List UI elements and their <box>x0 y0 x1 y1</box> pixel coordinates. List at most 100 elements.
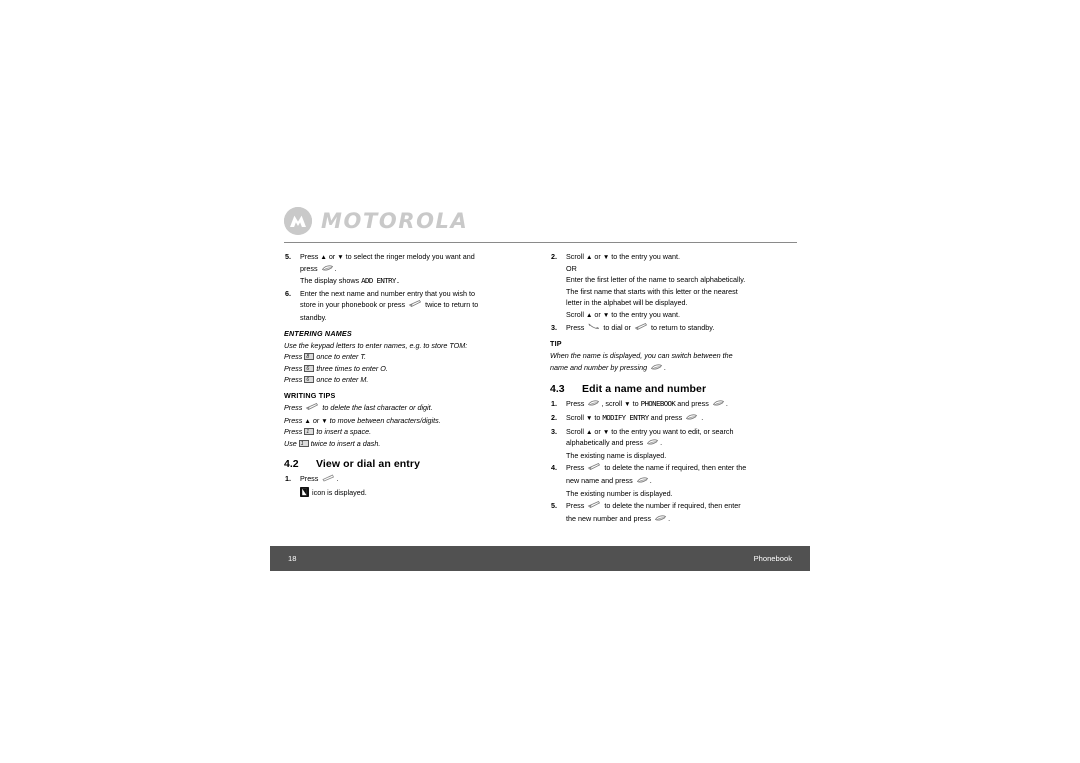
scroll-down-icon: ▼ <box>602 428 610 436</box>
menu-select-key-icon <box>654 514 667 526</box>
press-label: Press <box>284 352 303 362</box>
section-number: 4.3 <box>550 383 565 396</box>
instruction-text: to delete the last character or digit. <box>322 402 433 412</box>
scroll-down-icon: ▼ <box>624 401 631 409</box>
back-delete-key-icon <box>587 500 601 513</box>
instruction-text: to insert a space. <box>316 427 372 437</box>
list-item: 1. Press . <box>284 473 524 486</box>
display-readout: ADD ENTRY. <box>361 276 400 286</box>
step-text-part: Scroll <box>566 426 584 436</box>
step-number: 2. <box>551 412 557 422</box>
step-number: 1. <box>551 399 557 409</box>
display-readout: PHONEBOOK <box>640 399 676 409</box>
motorola-wordmark: MOTOROLA <box>321 208 469 233</box>
step-text-part: Scroll <box>566 252 584 261</box>
instruction-text: name and number by pressing <box>550 362 648 372</box>
step-text: Scroll ▲ or ▼ to the entry you want. OR … <box>566 251 790 321</box>
step-number: 2. <box>551 252 557 261</box>
menu-select-key-icon <box>685 413 698 425</box>
section-title: Edit a name and number <box>582 383 707 396</box>
conjunction: or <box>312 415 320 425</box>
step-text-part: to the entry you want to edit, or search <box>611 426 734 436</box>
step-text: Press ▲ or ▼ to select the ringer melody… <box>300 251 524 287</box>
step-number: 3. <box>551 426 557 436</box>
menu-select-key-icon <box>321 264 334 276</box>
keypad-key-1-icon: 1 <box>298 439 309 447</box>
press-label: Press <box>284 375 303 385</box>
entering-names-line: Press 8 once to enter T. <box>284 351 524 363</box>
right-column: 2. Scroll ▲ or ▼ to the entry you want. … <box>550 251 790 526</box>
step-text-part: Press <box>300 252 319 261</box>
step-text: Scroll ▲ or ▼ to the entry you want to e… <box>566 426 790 462</box>
writing-tips-line: Press 1 to insert a space. <box>284 426 524 438</box>
keypad-key-6-icon: 6 <box>304 376 315 384</box>
scroll-up-icon: ▲ <box>585 254 593 261</box>
step-subtext: The display shows ADD ENTRY. <box>300 275 524 287</box>
instruction-text: once to enter T. <box>316 352 367 362</box>
step-text-part: letter in the alphabet will be displayed… <box>566 298 688 308</box>
instruction-text: once to enter M. <box>316 375 369 385</box>
step-text-part: . <box>668 513 671 523</box>
list-item: 5. Press to delete the number if require… <box>550 500 790 525</box>
page-number: 18 <box>288 554 297 563</box>
step-subtext-part: The display shows <box>300 276 360 286</box>
tip-heading: TIP <box>550 339 562 349</box>
step-number: 5. <box>551 501 557 511</box>
step-text-part: to select the ringer melody you want and <box>345 252 475 261</box>
left-column: 5. Press ▲ or ▼ to select the ringer mel… <box>284 251 524 526</box>
scroll-up-icon: ▲ <box>320 254 327 261</box>
step-number: 6. <box>285 288 291 298</box>
instruction-text: three times to enter O. <box>316 363 388 373</box>
step-text-part: to delete the number if required, then e… <box>604 501 741 511</box>
phonebook-icon-note: icon is displayed. <box>300 486 524 499</box>
section-heading-4-3: 4.3 Edit a name and number <box>550 383 790 395</box>
step-text-part: Scroll <box>566 309 584 319</box>
step-text-part: to the entry you want. <box>611 252 680 261</box>
back-delete-key-icon <box>634 322 648 335</box>
step-number: 3. <box>551 322 557 332</box>
list-item: 3. Press to dial or to return to standby… <box>550 322 790 335</box>
section-number: 4.2 <box>284 458 299 471</box>
step-subtext: The existing name is displayed. <box>566 450 667 460</box>
step-number: 1. <box>285 474 291 484</box>
step-text: Press , scroll ▼ to PHONEBOOK and press <box>566 398 790 411</box>
menu-select-key-icon <box>712 399 725 411</box>
page-footer: 18 Phonebook <box>270 546 810 571</box>
step-text-part: to delete the name if required, then ent… <box>604 463 747 473</box>
conjunction: or <box>594 252 601 261</box>
back-delete-key-icon <box>587 462 601 475</box>
step-text-part: new name and press <box>566 475 633 485</box>
scroll-up-icon: ▲ <box>585 428 593 436</box>
call-key-icon <box>587 322 600 335</box>
step-subtext: The existing number is displayed. <box>566 488 673 498</box>
step-text: Enter the next name and number entry tha… <box>300 288 524 324</box>
step-text-part: store in your phonebook or press <box>300 300 406 310</box>
manual-page: MOTOROLA 5. Press ▲ or ▼ to select the r… <box>270 200 810 526</box>
press-label: Press <box>284 415 303 425</box>
step-text-part: Press <box>566 399 585 409</box>
step-text-part: Enter the first letter of the name to se… <box>566 275 746 285</box>
writing-tips-heading: WRITING TIPS <box>284 390 336 400</box>
step-text-part: Enter the next name and number entry tha… <box>300 288 475 298</box>
section-title: View or dial an entry <box>316 458 421 471</box>
brand-header: MOTOROLA <box>270 200 810 242</box>
step-text-part: Press <box>566 501 585 511</box>
motorola-m-icon <box>284 207 312 235</box>
step-text-part: the new number and press <box>566 513 652 523</box>
menu-select-key-icon <box>587 399 600 411</box>
step-text-part: press <box>300 263 318 273</box>
tip-line: name and number by pressing . <box>550 362 790 375</box>
step-text-part: to the entry you want. <box>611 309 680 319</box>
step-text-part: Press <box>300 474 319 484</box>
step-text-part: alphabetically and press <box>566 438 644 448</box>
scroll-up-icon: ▲ <box>585 311 593 319</box>
entering-names-heading: ENTERING NAMES <box>284 328 352 338</box>
step-text-part: to dial or <box>603 322 631 332</box>
step-number: 5. <box>285 252 291 261</box>
step-text-part: or <box>328 252 336 261</box>
step-text-part: . <box>725 399 728 409</box>
footer-section-name: Phonebook <box>753 554 792 563</box>
step-text-part: and press <box>677 399 709 409</box>
writing-tips-line: Use 1 twice to insert a dash. <box>284 438 524 450</box>
step-text: Scroll ▼ to MODIFY ENTRY and press . <box>566 412 790 425</box>
